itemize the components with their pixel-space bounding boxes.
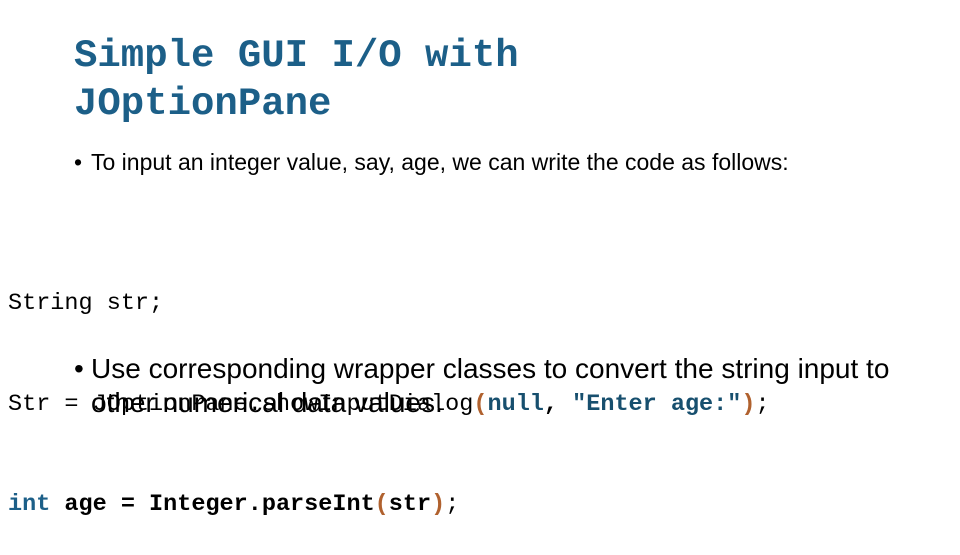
code-keyword-int: int (8, 491, 51, 518)
code-close-paren: ) (431, 491, 446, 518)
slide-title-line-1: Simple GUI I/O with (74, 34, 519, 78)
code-parse-call: age = Integer.parseInt (50, 491, 375, 518)
bullet-wrapper-text: Use corresponding wrapper classes to con… (91, 353, 890, 418)
bullet-intro-text: To input an integer value, say, age, we … (91, 149, 789, 175)
code-str-arg: str (388, 491, 432, 518)
slide-title-line-2: JOptionPane (74, 82, 332, 126)
slide-title: Simple GUI I/O with JOptionPane (74, 32, 519, 128)
bullet-wrapper-classes: • Use corresponding wrapper classes to co… (74, 352, 951, 420)
bullet-icon: • (74, 353, 84, 384)
code-line-1: String str; (8, 290, 164, 317)
code-semicolon: ; (445, 491, 460, 518)
code-open-paren: ( (374, 491, 389, 518)
bullet-icon: • (74, 149, 83, 175)
bullet-intro: • To input an integer value, say, age, we… (74, 148, 891, 177)
code-line-3: int age = Integer.parseInt(str); (8, 488, 770, 522)
